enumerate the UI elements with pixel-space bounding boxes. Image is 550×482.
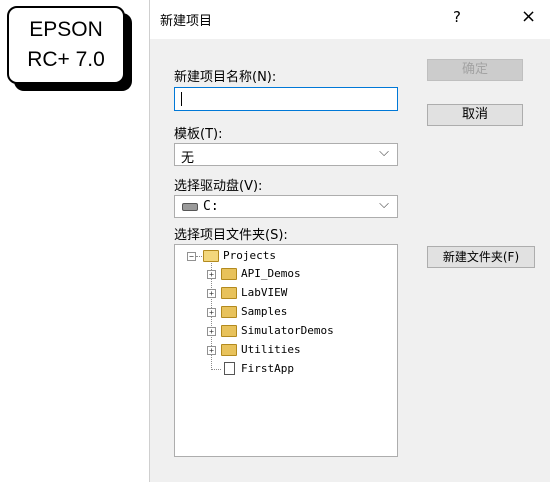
chevron-down-icon: ⌵ — [379, 145, 389, 160]
expand-icon[interactable]: + — [207, 289, 216, 298]
folder-icon — [221, 287, 237, 299]
title-bar: 新建项目 ? × — [150, 0, 550, 39]
ok-button[interactable]: 确定 — [427, 59, 523, 81]
close-button[interactable]: × — [521, 6, 536, 27]
chevron-down-icon: ⌵ — [379, 197, 389, 212]
folder-icon — [221, 306, 237, 318]
drive-select[interactable]: C: ⌵ — [174, 195, 398, 218]
drive-value: C: — [203, 199, 219, 214]
expand-icon[interactable]: + — [207, 346, 216, 355]
tree-root[interactable]: Projects — [223, 249, 276, 262]
badge-line2: RC+ 7.0 — [27, 48, 105, 71]
tree-line — [196, 256, 202, 257]
open-folder-icon — [203, 250, 219, 262]
folder-label: 选择项目文件夹(S): — [174, 228, 288, 243]
expand-icon[interactable]: + — [207, 327, 216, 336]
collapse-icon[interactable]: − — [187, 252, 196, 261]
expand-icon[interactable]: + — [207, 308, 216, 317]
tree-file[interactable]: FirstApp — [241, 362, 294, 375]
folder-tree[interactable]: − Projects + API_Demos + LabVIEW + Sampl… — [174, 244, 398, 457]
template-label: 模板(T): — [174, 127, 223, 142]
template-select[interactable]: 无 ⌵ — [174, 143, 398, 166]
file-icon — [224, 362, 235, 375]
drive-icon — [182, 203, 198, 211]
folder-icon — [221, 325, 237, 337]
tree-line — [211, 369, 221, 370]
expand-icon[interactable]: + — [207, 270, 216, 279]
project-name-input[interactable] — [174, 87, 398, 111]
new-project-dialog: 新建项目 ? × 新建项目名称(N): 模板(T): 无 ⌵ 选择驱动盘(V):… — [149, 0, 550, 482]
tree-item[interactable]: Samples — [241, 305, 287, 318]
badge-line1: EPSON — [29, 18, 103, 41]
help-button[interactable]: ? — [453, 8, 461, 26]
tree-item[interactable]: SimulatorDemos — [241, 324, 334, 337]
folder-icon — [221, 344, 237, 356]
text-caret — [181, 92, 182, 106]
dialog-title: 新建项目 — [160, 14, 213, 29]
tree-item[interactable]: LabVIEW — [241, 286, 287, 299]
cancel-button[interactable]: 取消 — [427, 104, 523, 126]
project-name-label: 新建项目名称(N): — [174, 70, 277, 85]
drive-label: 选择驱动盘(V): — [174, 179, 263, 194]
tree-item[interactable]: Utilities — [241, 343, 301, 356]
template-value: 无 — [181, 151, 195, 166]
new-folder-button[interactable]: 新建文件夹(F) — [427, 246, 535, 268]
tree-item[interactable]: API_Demos — [241, 267, 301, 280]
epson-badge: EPSON RC+ 7.0 — [7, 6, 125, 84]
folder-icon — [221, 268, 237, 280]
